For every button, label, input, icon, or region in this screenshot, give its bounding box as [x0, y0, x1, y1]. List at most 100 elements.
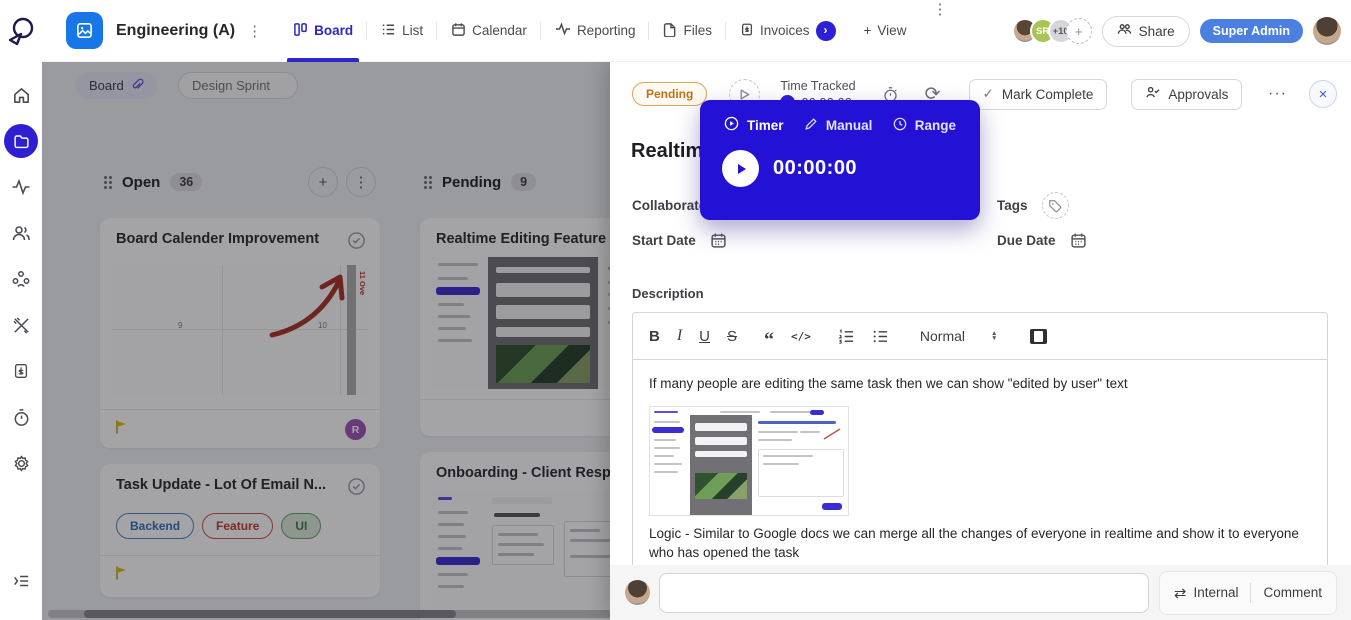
- tab-list[interactable]: List: [367, 0, 438, 62]
- description-screenshot[interactable]: [649, 405, 849, 516]
- flag-icon[interactable]: [114, 565, 130, 586]
- sidebar-item-invoices[interactable]: [0, 348, 42, 394]
- assignee-avatar[interactable]: R: [345, 419, 366, 440]
- list-icon: [381, 22, 396, 40]
- tag-backend[interactable]: Backend: [116, 513, 195, 539]
- tag-feature[interactable]: Feature: [202, 513, 274, 539]
- check-circle-icon[interactable]: [347, 477, 366, 501]
- bold-icon[interactable]: B: [649, 328, 660, 345]
- card-tags: Backend Feature UI: [100, 509, 380, 555]
- tab-add-view[interactable]: + View: [850, 0, 921, 62]
- description-paragraph: If many people are editing the same task…: [649, 376, 1128, 391]
- add-member-button[interactable]: +: [1065, 18, 1092, 44]
- start-date-label: Start Date: [632, 233, 696, 248]
- close-icon[interactable]: ×: [1309, 80, 1337, 108]
- tabs-overflow-icon[interactable]: ⋮: [932, 0, 948, 62]
- board-filter-chip[interactable]: Board: [75, 72, 158, 99]
- tab-invoices[interactable]: Invoices ›: [726, 0, 850, 62]
- member-avatars[interactable]: SR +10 +: [1011, 18, 1092, 44]
- sidebar-item-teams[interactable]: [0, 256, 42, 302]
- topbar-right: SR +10 + Share Super Admin: [1011, 0, 1341, 62]
- share-button[interactable]: Share: [1101, 15, 1190, 47]
- comment-input[interactable]: [659, 572, 1149, 613]
- flag-icon[interactable]: [114, 419, 130, 440]
- top-bar: Engineering (A) ⋮ Board List Calendar Re…: [42, 0, 1351, 62]
- add-tag-icon[interactable]: [1041, 192, 1069, 219]
- internal-toggle[interactable]: ⇄ Internal: [1174, 584, 1239, 602]
- paperclip-icon: [131, 78, 144, 94]
- start-date-calendar-icon[interactable]: [710, 232, 727, 249]
- app-root: Engineering (A) ⋮ Board List Calendar Re…: [0, 0, 1351, 620]
- insert-media-icon[interactable]: [1030, 328, 1048, 344]
- comment-actions: ⇄ Internal Comment: [1158, 570, 1337, 615]
- thumb-scrollbar: [347, 265, 356, 395]
- sidebar-item-timer[interactable]: [0, 394, 42, 440]
- add-card-button[interactable]: +: [308, 167, 338, 197]
- check-icon: ✓: [982, 86, 994, 101]
- swap-icon: ⇄: [1173, 584, 1187, 602]
- workspace-menu-icon[interactable]: ⋮: [247, 22, 263, 40]
- status-badge[interactable]: Pending: [632, 82, 708, 106]
- board-search-input[interactable]: [178, 72, 298, 99]
- sidebar-item-users[interactable]: [0, 210, 42, 256]
- description-label: Description: [632, 286, 704, 301]
- invoices-expand-icon[interactable]: ›: [815, 20, 836, 41]
- ordered-list-icon[interactable]: [837, 328, 855, 344]
- manual-tab[interactable]: Manual: [804, 117, 872, 134]
- sidebar-item-settings[interactable]: [0, 440, 42, 486]
- task-menu-icon[interactable]: ···: [1268, 85, 1287, 103]
- column-menu-icon[interactable]: ⋮: [346, 167, 376, 197]
- field-row-2: Start Date Due Date: [632, 232, 1327, 249]
- card-board-calendar[interactable]: Board Calender Improvement 9 10 11 Ove R: [100, 218, 380, 448]
- clock-icon: [893, 117, 907, 134]
- comment-submit-button[interactable]: Comment: [1263, 585, 1322, 600]
- sidebar-item-home[interactable]: [0, 72, 42, 118]
- tab-board[interactable]: Board: [279, 0, 368, 62]
- sidebar-collapse-icon[interactable]: [0, 558, 42, 604]
- sidebar-item-projects[interactable]: [0, 118, 42, 164]
- blockquote-icon[interactable]: “: [764, 330, 774, 350]
- column-count-badge: 36: [170, 173, 203, 191]
- timer-tab[interactable]: Timer: [724, 116, 784, 134]
- card-task-update[interactable]: Task Update - Lot Of Email N... Backend …: [100, 464, 380, 597]
- workspace-title: Engineering (A): [116, 21, 236, 39]
- italic-icon[interactable]: I: [677, 327, 682, 345]
- pencil-icon: [804, 117, 818, 134]
- left-rail: [0, 0, 42, 620]
- due-date-calendar-icon[interactable]: [1070, 232, 1087, 249]
- drag-handle-icon[interactable]: [424, 175, 432, 189]
- tag-ui[interactable]: UI: [281, 513, 322, 539]
- column-count-badge: 9: [511, 173, 537, 191]
- timer-start-button[interactable]: [722, 150, 759, 187]
- user-avatar[interactable]: [1313, 17, 1341, 45]
- folder-icon: [4, 124, 38, 158]
- code-icon[interactable]: </>: [791, 330, 811, 343]
- paragraph-format-select[interactable]: Normal ▲ ▼: [920, 328, 998, 344]
- underline-icon[interactable]: U: [699, 328, 710, 345]
- tab-files[interactable]: Files: [649, 0, 726, 62]
- workspace-icon[interactable]: [66, 12, 103, 49]
- tab-reporting[interactable]: Reporting: [541, 0, 650, 62]
- time-tracking-popover: Timer Manual Range 00:00:00: [700, 100, 980, 220]
- divider: [1250, 582, 1252, 603]
- select-arrows-icon: ▲ ▼: [991, 330, 998, 342]
- range-tab[interactable]: Range: [893, 117, 956, 134]
- file-icon: [663, 22, 677, 40]
- bullet-list-icon[interactable]: [872, 329, 889, 344]
- super-admin-button[interactable]: Super Admin: [1199, 19, 1303, 43]
- editor-content[interactable]: If many people are editing the same task…: [633, 360, 1327, 577]
- sidebar-item-tools[interactable]: [0, 302, 42, 348]
- sidebar-item-reporting[interactable]: [0, 164, 42, 210]
- strikethrough-icon[interactable]: S: [727, 328, 737, 345]
- invoice-icon: [740, 22, 754, 40]
- play-circle-icon: [724, 116, 739, 134]
- tab-calendar[interactable]: Calendar: [437, 0, 541, 62]
- check-circle-icon[interactable]: [347, 231, 366, 255]
- board-hscrollbar-thumb[interactable]: [84, 610, 456, 618]
- editor-toolbar: B I U S “ </> Normal ▲ ▼: [633, 313, 1327, 360]
- mark-complete-button[interactable]: ✓ Mark Complete: [968, 78, 1108, 110]
- view-tabs: Board List Calendar Reporting Files Invo…: [279, 0, 964, 62]
- column-open-header: Open 36 + ⋮: [100, 162, 380, 202]
- approvals-button[interactable]: Approvals: [1131, 78, 1243, 110]
- drag-handle-icon[interactable]: [104, 175, 112, 189]
